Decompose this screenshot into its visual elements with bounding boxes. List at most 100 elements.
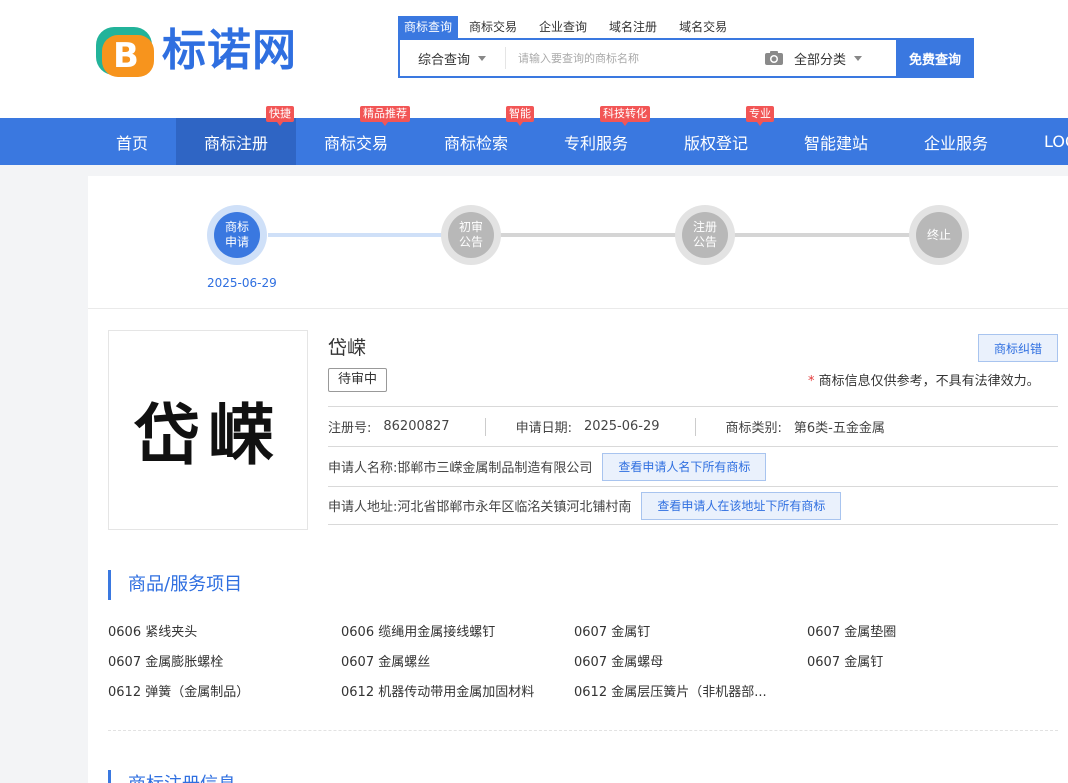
nav-badge: 科技转化 bbox=[600, 106, 650, 126]
info-row-applicant: 申请人名称: 邯郸市三嵘金属制品制造有限公司 查看申请人名下所有商标 bbox=[328, 446, 1058, 486]
address-label: 申请人地址: bbox=[328, 500, 398, 515]
progress-line bbox=[500, 233, 678, 237]
search-input[interactable] bbox=[506, 40, 756, 76]
category-label: 全部分类 bbox=[794, 52, 847, 68]
nav-item-tm-trade[interactable]: 商标交易 精品推荐 bbox=[296, 106, 416, 165]
divider bbox=[484, 417, 486, 436]
nav-label: 商标检索 bbox=[443, 133, 508, 153]
camera-icon[interactable] bbox=[756, 40, 792, 76]
step-label: 申请 bbox=[224, 235, 249, 249]
site-header: B 标诺网 商标查询 商标交易 企业查询 域名注册 域名交易 综合查询 请输入要… bbox=[0, 0, 1068, 118]
status-progress: 商标 申请 初审 公告 注册 公告 终止 2025-06-29 bbox=[88, 176, 1068, 309]
step-label: 终止 bbox=[926, 227, 951, 242]
nav-label: LOGO bbox=[1044, 132, 1068, 151]
nav-item-home[interactable]: 首页 bbox=[72, 118, 192, 165]
nav-label: 专利服务 bbox=[563, 133, 628, 153]
step-label: 商标 bbox=[224, 220, 249, 234]
info-row-basic: 注册号: 86200827 申请日期: 2025-06-29 商标类别: 第6类… bbox=[328, 406, 1058, 446]
goods-item: 0607 金属螺丝 bbox=[341, 655, 431, 670]
registration-section-title: 商标注册信息 bbox=[108, 770, 236, 783]
category-select[interactable]: 全部分类 bbox=[792, 40, 896, 76]
nav-badge: 专业 bbox=[746, 106, 774, 126]
search-tabs: 商标查询 商标交易 企业查询 域名注册 域名交易 bbox=[398, 16, 974, 38]
divider bbox=[328, 524, 1058, 525]
nav-label: 版权登记 bbox=[683, 133, 748, 153]
goods-item: 0607 金属钉 bbox=[807, 655, 884, 670]
nav-item-patent[interactable]: 专利服务 科技转化 bbox=[536, 106, 656, 165]
trademark-name: 岱嵘 bbox=[328, 337, 367, 359]
step-label: 公告 bbox=[458, 235, 483, 249]
search-tab-domain-register[interactable]: 域名注册 bbox=[598, 16, 668, 38]
nav-item-logo[interactable]: LOGO bbox=[1016, 118, 1068, 165]
status-badge: 待审中 bbox=[328, 368, 388, 392]
goods-item: 0612 机器传动带用金属加固材料 bbox=[341, 685, 535, 700]
step-prelim: 初审 公告 bbox=[441, 205, 501, 265]
nav-badge: 精品推荐 bbox=[360, 106, 410, 126]
nav-label: 首页 bbox=[115, 133, 148, 153]
goods-item: 0607 金属垫圈 bbox=[807, 625, 897, 640]
goods-item: 0612 金属层压簧片（非机器部... bbox=[574, 685, 767, 700]
divider bbox=[694, 417, 696, 436]
trademark-detail-card: 商标 申请 初审 公告 注册 公告 终止 2025-06-29 岱嵘 岱嵘 待审中 商… bbox=[88, 176, 1068, 783]
applicant-trademarks-button[interactable]: 查看申请人名下所有商标 bbox=[602, 452, 767, 481]
nav-badge: 智能 bbox=[506, 106, 534, 126]
goods-item: 0606 紧线夹头 bbox=[108, 625, 198, 640]
nav-label: 商标注册 bbox=[203, 133, 268, 153]
step-date: 2025-06-29 bbox=[207, 276, 277, 290]
search-box: 综合查询 全部分类 免费查询 bbox=[398, 38, 974, 78]
main-nav: 首页 商标注册 快捷 商标交易 精品推荐 商标检索 智能 专利服务 科技转化 版… bbox=[0, 106, 1068, 165]
nav-badge: 快捷 bbox=[266, 106, 294, 126]
goods-item: 0607 金属螺母 bbox=[574, 655, 664, 670]
disclaimer-text: 商标信息仅供参考，不具有法律效力。 bbox=[818, 374, 1040, 389]
goods-item: 0607 金属钉 bbox=[574, 625, 651, 640]
chevron-down-icon bbox=[854, 55, 863, 61]
info-row-address: 申请人地址: 河北省邯郸市永年区临洺关镇河北铺村南 查看申请人在该地址下所有商标 bbox=[328, 486, 1058, 524]
nav-item-site-builder[interactable]: 智能建站 bbox=[776, 118, 896, 165]
apply-date-value: 2025-06-29 bbox=[583, 419, 660, 434]
trademark-image: 岱嵘 bbox=[108, 330, 308, 530]
step-label: 注册 bbox=[692, 220, 717, 234]
goods-item: 0607 金属膨胀螺栓 bbox=[108, 655, 224, 670]
nav-item-enterprise[interactable]: 企业服务 bbox=[896, 118, 1016, 165]
applicant-label: 申请人名称: bbox=[328, 461, 398, 476]
progress-line bbox=[734, 233, 912, 237]
step-register: 注册 公告 bbox=[675, 205, 735, 265]
reg-no-label: 注册号: bbox=[328, 421, 372, 436]
logo-letter: B bbox=[113, 36, 139, 76]
step-apply: 商标 申请 bbox=[207, 205, 267, 265]
reg-no-value: 86200827 bbox=[383, 419, 450, 434]
step-label: 初审 bbox=[458, 220, 483, 234]
search-type-select[interactable]: 综合查询 bbox=[400, 47, 506, 69]
step-label: 公告 bbox=[692, 235, 717, 249]
search-tab-trade[interactable]: 商标交易 bbox=[458, 16, 528, 38]
nav-label: 智能建站 bbox=[803, 133, 868, 153]
category-value: 第6类-五金金属 bbox=[793, 421, 885, 436]
logo-text: 标诺网 bbox=[162, 25, 297, 76]
nav-item-tm-register[interactable]: 商标注册 快捷 bbox=[176, 106, 296, 165]
nav-label: 商标交易 bbox=[323, 133, 388, 153]
divider bbox=[108, 730, 1058, 731]
chevron-down-icon bbox=[478, 55, 487, 61]
search-panel: 商标查询 商标交易 企业查询 域名注册 域名交易 综合查询 全部分类 bbox=[398, 16, 974, 78]
search-button[interactable]: 免费查询 bbox=[896, 38, 974, 78]
address-value: 河北省邯郸市永年区临洺关镇河北铺村南 bbox=[397, 500, 632, 515]
search-type-label: 综合查询 bbox=[418, 52, 471, 68]
search-tab-trademark[interactable]: 商标查询 bbox=[398, 16, 459, 38]
applicant-value: 邯郸市三嵘金属制品制造有限公司 bbox=[397, 461, 593, 476]
goods-list: 0606 紧线夹头 0606 缆绳用金属接线螺钉 0607 金属钉 0607 金… bbox=[108, 622, 1048, 703]
disclaimer: * 商标信息仅供参考，不具有法律效力。 bbox=[808, 370, 1040, 389]
search-tab-company[interactable]: 企业查询 bbox=[528, 16, 598, 38]
correct-trademark-button[interactable]: 商标纠错 bbox=[978, 334, 1058, 362]
address-trademarks-button[interactable]: 查看申请人在该地址下所有商标 bbox=[641, 491, 842, 520]
goods-section-title: 商品/服务项目 bbox=[108, 570, 242, 600]
site-logo[interactable]: B 标诺网 bbox=[94, 20, 297, 82]
category-label: 商标类别: bbox=[725, 421, 782, 436]
search-tab-domain-trade[interactable]: 域名交易 bbox=[668, 16, 738, 38]
logo-icon: B bbox=[94, 21, 158, 81]
nav-label: 企业服务 bbox=[923, 133, 988, 153]
nav-item-copyright[interactable]: 版权登记 专业 bbox=[656, 106, 776, 165]
nav-item-tm-search[interactable]: 商标检索 智能 bbox=[416, 106, 536, 165]
progress-line bbox=[268, 233, 444, 237]
apply-date-label: 申请日期: bbox=[515, 421, 572, 436]
required-star: * bbox=[808, 374, 815, 389]
